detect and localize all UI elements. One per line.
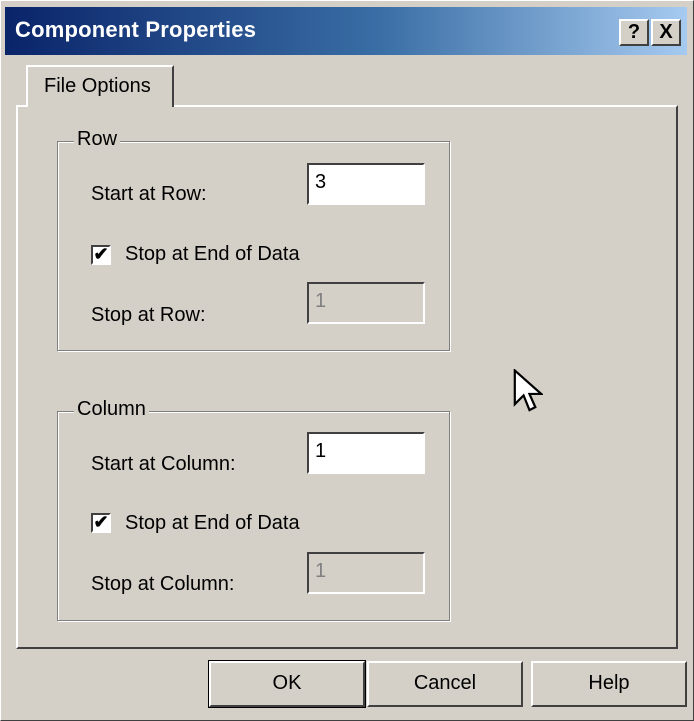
- stop-end-column-checkbox[interactable]: ✔: [91, 513, 111, 533]
- stop-end-column-label: Stop at End of Data: [125, 512, 300, 534]
- close-icon[interactable]: X: [651, 19, 681, 46]
- tab-label: File Options: [44, 75, 151, 97]
- row-legend: Row: [74, 128, 121, 151]
- column-legend: Column: [74, 398, 149, 421]
- start-row-label: Start at Row:: [91, 183, 207, 205]
- component-properties-window: Component Properties ? X File Options Ro…: [0, 0, 694, 721]
- tab-file-options[interactable]: File Options: [26, 65, 174, 107]
- start-column-input[interactable]: 1: [307, 432, 425, 474]
- checkmark-icon: ✔: [93, 512, 109, 532]
- stop-row-input: 1: [307, 282, 425, 324]
- title-bar[interactable]: Component Properties ? X: [5, 7, 687, 55]
- stop-column-label: Stop at Column:: [91, 573, 235, 595]
- help-button[interactable]: Help: [531, 661, 687, 707]
- start-column-label: Start at Column:: [91, 453, 236, 475]
- start-row-input[interactable]: 3: [307, 163, 425, 205]
- cancel-button[interactable]: Cancel: [367, 661, 523, 707]
- stop-end-row-checkbox[interactable]: ✔: [91, 245, 111, 265]
- mouse-pointer-icon: [513, 369, 543, 412]
- ok-button[interactable]: OK: [208, 660, 366, 708]
- stop-column-input: 1: [307, 552, 425, 594]
- help-icon[interactable]: ?: [619, 19, 649, 46]
- window-title: Component Properties: [15, 17, 257, 42]
- stop-end-row-label: Stop at End of Data: [125, 243, 300, 265]
- stop-row-label: Stop at Row:: [91, 304, 206, 326]
- checkmark-icon: ✔: [93, 244, 109, 264]
